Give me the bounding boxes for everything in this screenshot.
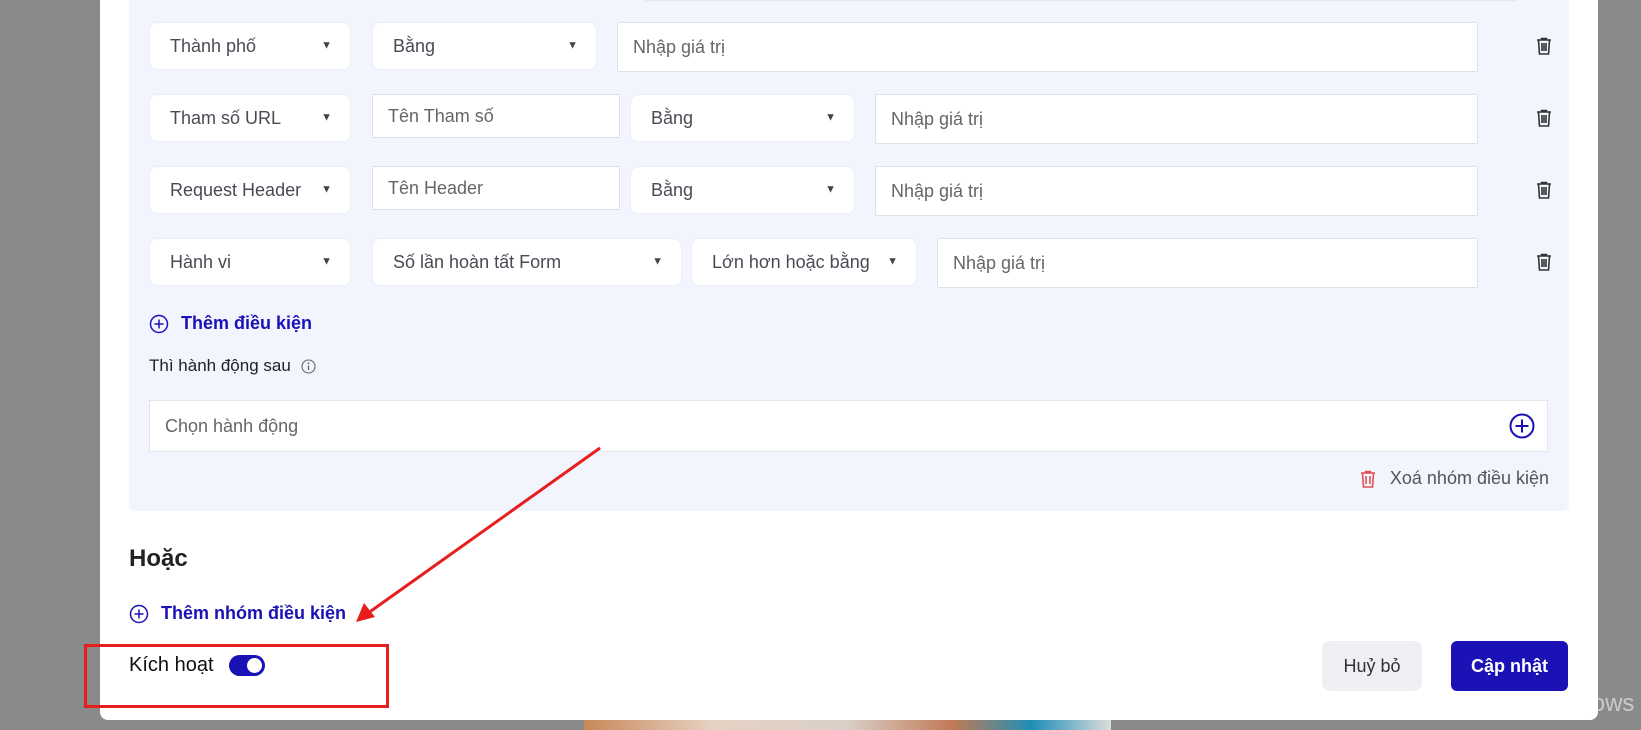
add-group-link[interactable]: Thêm nhóm điều kiện <box>129 603 346 624</box>
operator-select-value: Bằng <box>651 107 694 128</box>
action-select-placeholder: Chọn hành động <box>165 415 299 436</box>
condition-modal: Thành phố ▼ Bằng ▼ Nhập giá trị Tham số … <box>100 0 1598 720</box>
metric-select-value: Số lần hoàn tất Form <box>393 251 562 272</box>
field-select-value: Tham số URL <box>170 107 282 128</box>
delete-condition-icon[interactable] <box>1533 106 1555 130</box>
delete-group-link[interactable]: Xoá nhóm điều kiện <box>1360 468 1549 489</box>
field-select-value: Hành vi <box>170 251 232 272</box>
operator-select[interactable]: Bằng ▼ <box>630 94 855 142</box>
param-name-placeholder: Tên Tham số <box>388 105 494 126</box>
caret-down-icon: ▼ <box>321 255 332 268</box>
field-select[interactable]: Request Header ▼ <box>149 166 351 214</box>
caret-down-icon: ▼ <box>887 255 898 268</box>
add-action-icon[interactable] <box>1509 413 1535 439</box>
caret-down-icon: ▼ <box>321 39 332 52</box>
operator-select[interactable]: Bằng ▼ <box>372 22 597 70</box>
action-select[interactable]: Chọn hành động <box>149 400 1548 452</box>
trash-icon <box>1360 470 1375 488</box>
caret-down-icon: ▼ <box>825 183 836 196</box>
field-select-value: Thành phố <box>170 35 257 56</box>
add-condition-label: Thêm điều kiện <box>181 313 313 333</box>
cancel-button[interactable]: Huỷ bỏ <box>1322 641 1422 691</box>
info-icon[interactable] <box>301 358 316 374</box>
caret-down-icon: ▼ <box>652 255 663 268</box>
operator-select-value: Bằng <box>651 179 694 200</box>
add-condition-link[interactable]: Thêm điều kiện <box>149 313 312 334</box>
field-select[interactable]: Thành phố ▼ <box>149 22 351 70</box>
field-select[interactable]: Hành vi ▼ <box>149 238 351 286</box>
header-name-input[interactable]: Tên Header <box>372 166 620 210</box>
param-name-input[interactable]: Tên Tham số <box>372 94 620 138</box>
operator-select-value: Lớn hơn hoặc bằng <box>712 251 870 272</box>
condition-row: Hành vi ▼ Số lần hoàn tất Form ▼ Lớn hơn… <box>129 238 1569 294</box>
delete-condition-icon[interactable] <box>1533 34 1555 58</box>
operator-select-value: Bằng <box>393 35 436 56</box>
caret-down-icon: ▼ <box>321 111 332 124</box>
field-select[interactable]: Tham số URL ▼ <box>149 94 351 142</box>
delete-condition-icon[interactable] <box>1533 250 1555 274</box>
value-input[interactable]: Nhập giá trị <box>617 22 1478 72</box>
caret-down-icon: ▼ <box>567 39 578 52</box>
value-input-placeholder: Nhập giá trị <box>633 36 726 57</box>
value-input-placeholder: Nhập giá trị <box>953 252 1046 273</box>
caret-down-icon: ▼ <box>825 111 836 124</box>
metric-select[interactable]: Số lần hoàn tất Form ▼ <box>372 238 682 286</box>
value-input[interactable]: Nhập giá trị <box>937 238 1478 288</box>
delete-condition-icon[interactable] <box>1533 178 1555 202</box>
field-select-value: Request Header <box>170 179 302 200</box>
then-action-text: Thì hành động sau <box>149 356 291 375</box>
delete-group-label: Xoá nhóm điều kiện <box>1389 468 1549 488</box>
condition-group: Thành phố ▼ Bằng ▼ Nhập giá trị Tham số … <box>129 0 1569 511</box>
header-name-placeholder: Tên Header <box>388 177 484 198</box>
value-input[interactable]: Nhập giá trị <box>875 166 1478 216</box>
caret-down-icon: ▼ <box>321 183 332 196</box>
value-input[interactable]: Nhập giá trị <box>875 94 1478 144</box>
plus-circle-icon <box>129 604 149 623</box>
operator-select[interactable]: Bằng ▼ <box>630 166 855 214</box>
then-action-label: Thì hành động sau <box>149 356 316 376</box>
value-input-placeholder: Nhập giá trị <box>891 108 984 129</box>
condition-row: Thành phố ▼ Bằng ▼ Nhập giá trị <box>129 22 1569 78</box>
update-button[interactable]: Cập nhật <box>1451 641 1568 691</box>
previous-input-edge <box>645 0 1516 1</box>
value-input-placeholder: Nhập giá trị <box>891 180 984 201</box>
plus-circle-icon <box>149 314 169 333</box>
condition-row: Tham số URL ▼ Tên Tham số Bằng ▼ Nhập gi… <box>129 94 1569 150</box>
annotation-highlight-box <box>84 644 389 708</box>
or-heading: Hoặc <box>129 545 188 572</box>
condition-row: Request Header ▼ Tên Header Bằng ▼ Nhập … <box>129 166 1569 222</box>
add-group-label: Thêm nhóm điều kiện <box>161 603 347 623</box>
operator-select[interactable]: Lớn hơn hoặc bằng ▼ <box>691 238 917 286</box>
activate-windows-watermark: Activate Windows <box>1445 690 1635 717</box>
